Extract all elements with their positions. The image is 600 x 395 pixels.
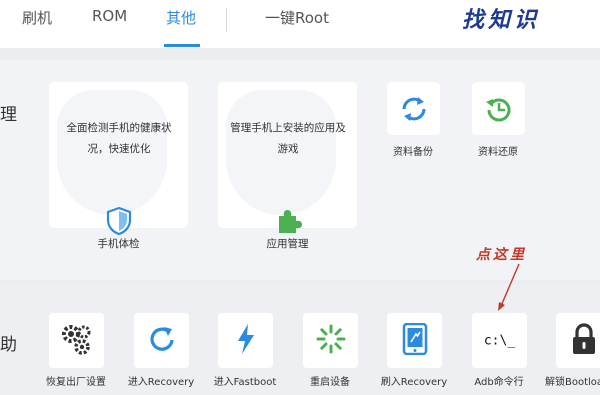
enter-fastboot-button[interactable] — [218, 313, 273, 368]
tab-divider — [226, 8, 227, 32]
gears-icon — [60, 322, 94, 360]
reboot-device-label: 重启设备 — [310, 377, 350, 388]
factory-reset-label: 恢复出厂设置 — [46, 377, 106, 388]
tab-other[interactable]: 其他 — [166, 7, 196, 28]
terminal-icon: c:\_ — [483, 333, 516, 348]
lightning-icon — [235, 323, 257, 359]
app-manage-label: 应用管理 — [266, 238, 309, 250]
annotation-arrow-icon — [498, 263, 520, 311]
backup-card[interactable] — [387, 82, 440, 135]
tab-flash[interactable]: 刷机 — [22, 7, 52, 28]
health-check-description: 全面检测手机的健康状况，快速优化 — [66, 122, 172, 155]
top-tab-bar: 刷机 ROM 其他 一键Root 找知识 — [0, 0, 600, 48]
active-tab-indicator — [164, 44, 200, 47]
adb-command-line-label: Adb命令行 — [474, 377, 524, 388]
enter-recovery-label: 进入Recovery — [127, 377, 195, 388]
tablet-icon — [402, 322, 428, 359]
spinner-icon — [316, 324, 346, 358]
reboot-device-button[interactable] — [303, 313, 358, 368]
lock-icon — [571, 322, 597, 359]
watermark: 找知识 — [462, 7, 541, 33]
unlock-bootloader-button[interactable] — [556, 313, 600, 368]
app-manage-card[interactable]: 管理手机上安装的应用及游戏 — [218, 82, 357, 233]
puzzle-icon — [273, 206, 303, 240]
help-section-title: 助 — [0, 335, 17, 355]
flash-recovery-label: 刷入Recovery — [380, 377, 448, 388]
enter-recovery-button[interactable] — [134, 313, 189, 368]
enter-fastboot-label: 进入Fastboot — [213, 377, 277, 388]
annotation-text: 点这里 — [476, 247, 527, 263]
factory-reset-button[interactable] — [49, 313, 104, 368]
history-icon — [485, 95, 513, 127]
refresh-icon — [147, 324, 177, 358]
shield-icon — [106, 206, 132, 240]
health-check-label: 手机体检 — [97, 238, 140, 250]
unlock-bootloader-label: 解锁Bootloa — [545, 377, 600, 388]
adb-command-line-button[interactable]: c:\_ — [472, 313, 527, 368]
restore-card[interactable] — [472, 82, 525, 135]
health-check-card[interactable]: 全面检测手机的健康状况，快速优化 — [49, 82, 188, 236]
manage-section-title: 理 — [0, 105, 17, 125]
restore-label: 资料还原 — [478, 147, 518, 158]
backup-label: 资料备份 — [393, 147, 433, 158]
tab-rom[interactable]: ROM — [92, 7, 127, 25]
flash-recovery-button[interactable] — [387, 313, 442, 368]
app-manage-description: 管理手机上安装的应用及游戏 — [230, 122, 346, 155]
sync-icon — [400, 95, 428, 127]
tab-one-key-root[interactable]: 一键Root — [265, 7, 329, 28]
